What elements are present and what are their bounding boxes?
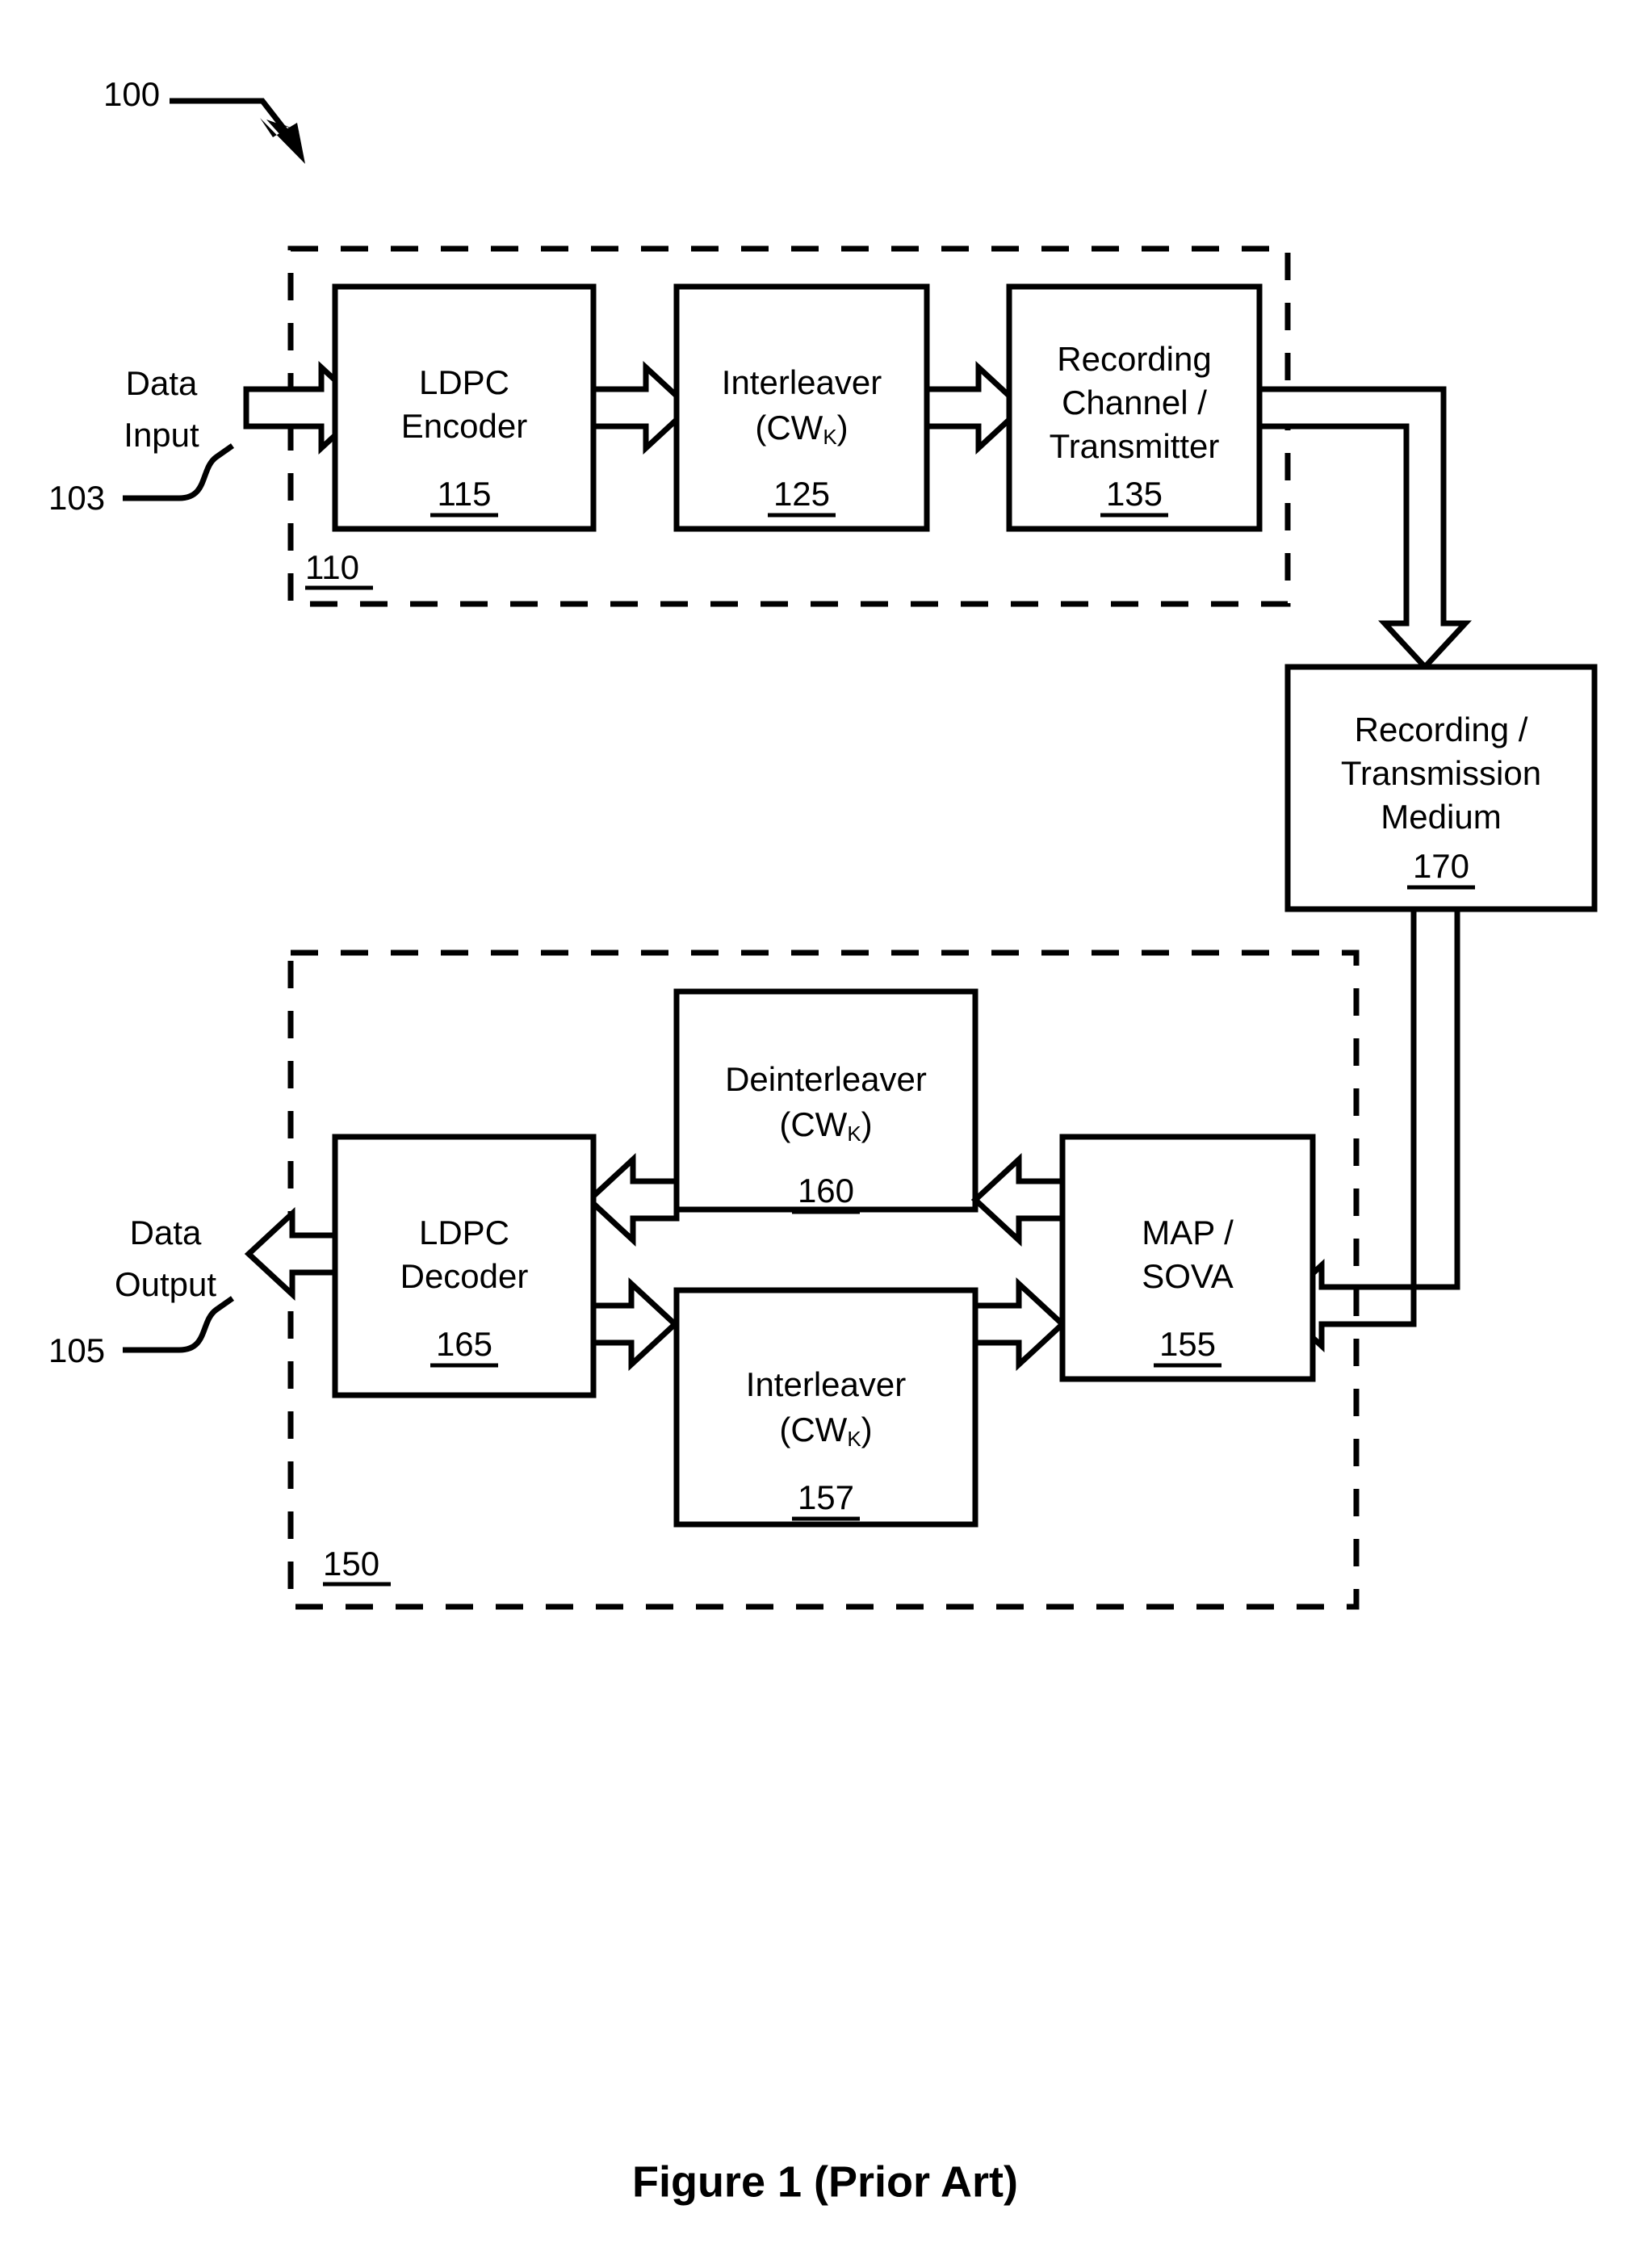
map-sova-ref-number: 155 — [1159, 1325, 1216, 1363]
interleaver-rx-label-line1: Interleaver — [746, 1365, 906, 1403]
recording-channel-ref-number: 135 — [1106, 475, 1163, 513]
data-input-label-line2: Input — [124, 416, 199, 454]
interleaver-tx-cw-post: ) — [837, 409, 849, 446]
deinterleaver-cw-pre: (CW — [779, 1105, 847, 1143]
ldpc-decoder-label-line2: Decoder — [400, 1257, 529, 1295]
ldpc-decoder-label-line1: LDPC — [419, 1214, 509, 1251]
interleaver-rx-ref-number: 157 — [798, 1478, 854, 1516]
figure-caption: Figure 1 (Prior Art) — [632, 2157, 1018, 2206]
deinterleaver-cw-post: ) — [861, 1105, 873, 1143]
medium-ref-number: 170 — [1413, 847, 1469, 885]
interleaver-tx-ref-number: 125 — [773, 475, 830, 513]
deinterleaver-ref-number: 160 — [798, 1172, 854, 1209]
block-diagram-svg: 100 110 Data Input 103 LDPC Encoder 115 … — [48, 75, 1598, 2206]
recording-channel-label-line2: Channel / — [1062, 384, 1207, 421]
data-input-ref-number: 103 — [48, 479, 105, 517]
system-ref-leader — [170, 98, 305, 164]
medium-label-line1: Recording / — [1355, 711, 1528, 748]
data-output-label-line1: Data — [130, 1214, 202, 1251]
medium-label-line2: Transmission — [1341, 754, 1541, 792]
ldpc-decoder-ref-number: 165 — [436, 1325, 492, 1363]
data-output-leader-line — [123, 1296, 235, 1353]
map-sova-label-line2: SOVA — [1142, 1257, 1234, 1295]
medium-label-line3: Medium — [1381, 798, 1501, 836]
data-output-arrow — [244, 1206, 338, 1302]
map-sova-label-line1: MAP / — [1142, 1214, 1234, 1251]
deinterleaver-cw-subscript: K — [847, 1121, 861, 1146]
map-sova-to-deinterleaver-arrow — [970, 1152, 1066, 1247]
patent-figure-1: 100 110 Data Input 103 LDPC Encoder 115 … — [0, 0, 1651, 2268]
ldpc-encoder-label-line2: Encoder — [401, 407, 527, 445]
interleaver-rx-cw-post: ) — [861, 1411, 873, 1448]
data-input-label-line1: Data — [126, 364, 198, 402]
deinterleaver-label-line1: Deinterleaver — [725, 1060, 927, 1098]
deinterleaver-to-decoder-arrow — [585, 1152, 680, 1247]
interleaver-rx-cw-pre: (CW — [779, 1411, 847, 1448]
receive-group-ref-number: 150 — [323, 1545, 379, 1583]
ldpc-encoder-ref-number: 115 — [438, 475, 492, 513]
transmit-group-ref-number: 110 — [305, 548, 359, 586]
ldpc-encoder-label-line1: LDPC — [419, 363, 509, 401]
recording-channel-label-line1: Recording — [1057, 340, 1211, 378]
decoder-to-interleaver-arrow — [590, 1277, 680, 1372]
recording-channel-label-line3: Transmitter — [1050, 427, 1220, 465]
interleaver-to-map-sova-arrow — [972, 1277, 1067, 1372]
interleaver-tx-cw-subscript: K — [823, 425, 837, 449]
interleaver-rx-cw-subscript: K — [847, 1427, 861, 1451]
data-output-label-line2: Output — [115, 1265, 216, 1303]
data-output-ref-number: 105 — [48, 1331, 105, 1369]
system-ref-number: 100 — [103, 75, 160, 113]
interleaver-tx-label-line1: Interleaver — [722, 363, 882, 401]
interleaver-tx-cw-pre: (CW — [755, 409, 823, 446]
